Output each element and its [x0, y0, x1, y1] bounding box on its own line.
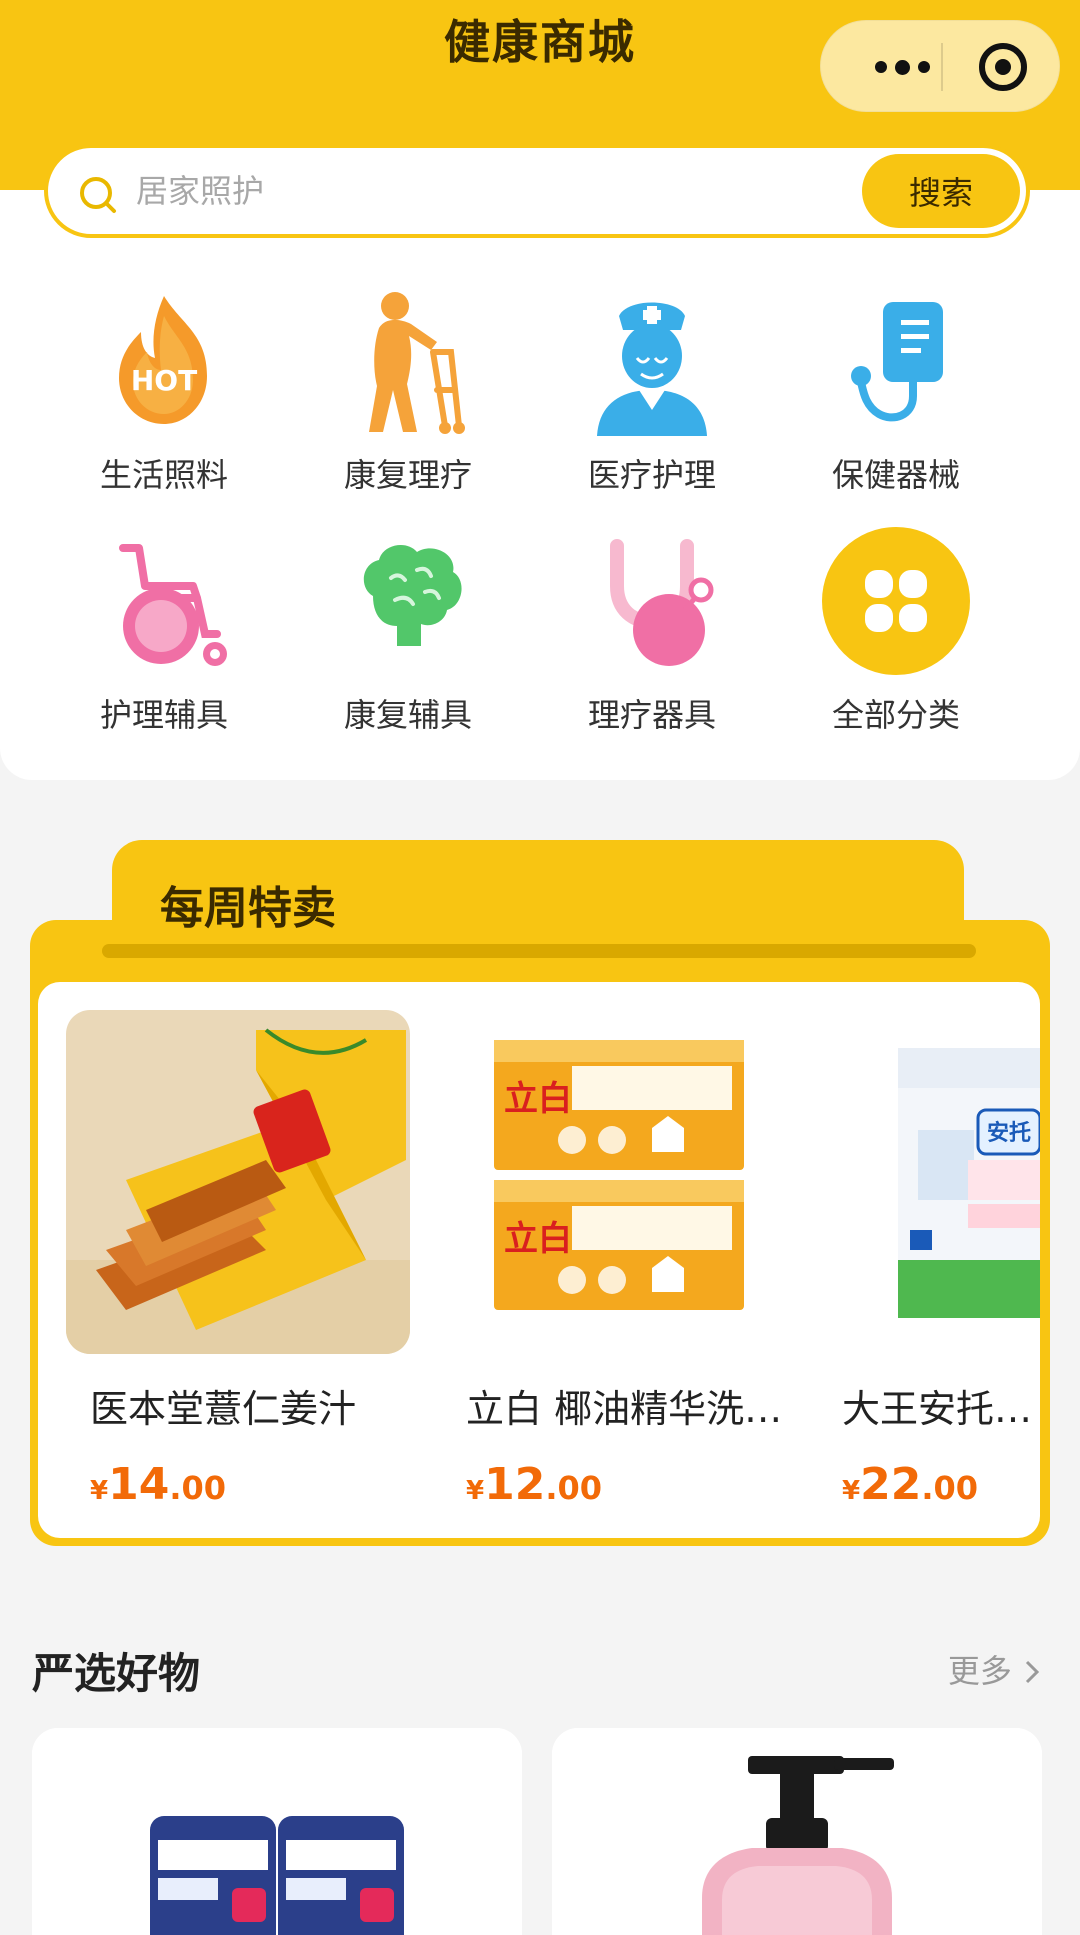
- section-title: 严选好物: [32, 1649, 201, 1698]
- svg-text:立白: 立白: [504, 1219, 572, 1259]
- category-label: 全部分类: [831, 696, 960, 734]
- product-name: 立白 椰油精华洗衣皂: [466, 1387, 786, 1431]
- product-price: ¥22.00: [842, 1459, 979, 1510]
- product-price: ¥12.00: [466, 1459, 603, 1510]
- deal-card[interactable]: 医本堂薏仁姜汁 ¥14.00: [66, 1010, 410, 1510]
- category-item-health-devices[interactable]: 保健器械: [774, 286, 1018, 496]
- category-panel: HOT 生活照料 康复理疗 医疗护理 保健器械 护理辅具 康复辅具 理疗器具 全…: [0, 190, 1080, 780]
- search-bar: 搜索: [44, 144, 1030, 238]
- product-image: [552, 1728, 1042, 1935]
- weekly-title: 每周特卖: [160, 883, 336, 934]
- product-card[interactable]: [32, 1728, 522, 1935]
- product-name: 医本堂薏仁姜汁: [90, 1387, 357, 1431]
- svg-text:HOT: HOT: [131, 364, 197, 397]
- weekly-frame-slot: [102, 944, 976, 958]
- grid-all-icon: [821, 526, 971, 676]
- search-button[interactable]: 搜索: [862, 154, 1020, 228]
- search-icon: [80, 177, 116, 213]
- category-label: 理疗器具: [587, 696, 716, 734]
- category-label: 护理辅具: [99, 696, 228, 734]
- svg-text:立白: 立白: [504, 1079, 572, 1119]
- category-item-nursing-aids[interactable]: 护理辅具: [42, 526, 286, 736]
- category-label: 医疗护理: [587, 456, 716, 494]
- product-image: 安托: [818, 1010, 1040, 1354]
- elderly-walker-icon: [333, 286, 483, 436]
- stethoscope-icon: [577, 526, 727, 676]
- product-price: ¥14.00: [90, 1459, 227, 1510]
- svg-text:安托: 安托: [987, 1120, 1031, 1146]
- deal-card[interactable]: 立白 立白 立白 椰油精华洗衣皂 ¥12.00: [442, 1010, 786, 1510]
- iv-stethoscope-icon: [821, 286, 971, 436]
- category-label: 保健器械: [831, 456, 960, 494]
- more-icon[interactable]: [857, 21, 947, 113]
- product-image: [66, 1010, 410, 1354]
- deal-card[interactable]: 安托 大王安托短裤式成人纸尿裤 ¥22.00: [818, 1010, 1040, 1510]
- category-item-therapy-tools[interactable]: 理疗器具: [530, 526, 774, 736]
- hot-flame-icon: HOT: [89, 286, 239, 436]
- category-item-all[interactable]: 全部分类: [774, 526, 1018, 736]
- weekly-deals-list[interactable]: 医本堂薏仁姜汁 ¥14.00 立白 立白 立白 椰油精华洗衣皂 ¥12.00 安…: [38, 982, 1040, 1538]
- category-item-rehab-therapy[interactable]: 康复理疗: [286, 286, 530, 496]
- category-label: 生活照料: [99, 456, 228, 494]
- category-label: 康复理疗: [343, 456, 472, 494]
- nurse-icon: [577, 286, 727, 436]
- product-image: [32, 1728, 522, 1935]
- product-image: 立白 立白: [442, 1010, 786, 1354]
- search-input[interactable]: [136, 148, 696, 234]
- brain-icon: [333, 526, 483, 676]
- mini-program-capsule: [820, 20, 1060, 112]
- wheelchair-icon: [89, 526, 239, 676]
- capsule-divider: [941, 43, 943, 91]
- product-name: 大王安托短裤式成人纸尿裤: [842, 1387, 1040, 1431]
- category-item-rehab-aids[interactable]: 康复辅具: [286, 526, 530, 736]
- category-item-life-care[interactable]: HOT 生活照料: [42, 286, 286, 496]
- category-item-medical-care[interactable]: 医疗护理: [530, 286, 774, 496]
- product-card[interactable]: [552, 1728, 1042, 1935]
- more-link[interactable]: 更多: [948, 1646, 1042, 1692]
- close-target-icon[interactable]: [979, 43, 1027, 91]
- category-label: 康复辅具: [343, 696, 472, 734]
- chevron-right-icon: [1025, 1660, 1040, 1684]
